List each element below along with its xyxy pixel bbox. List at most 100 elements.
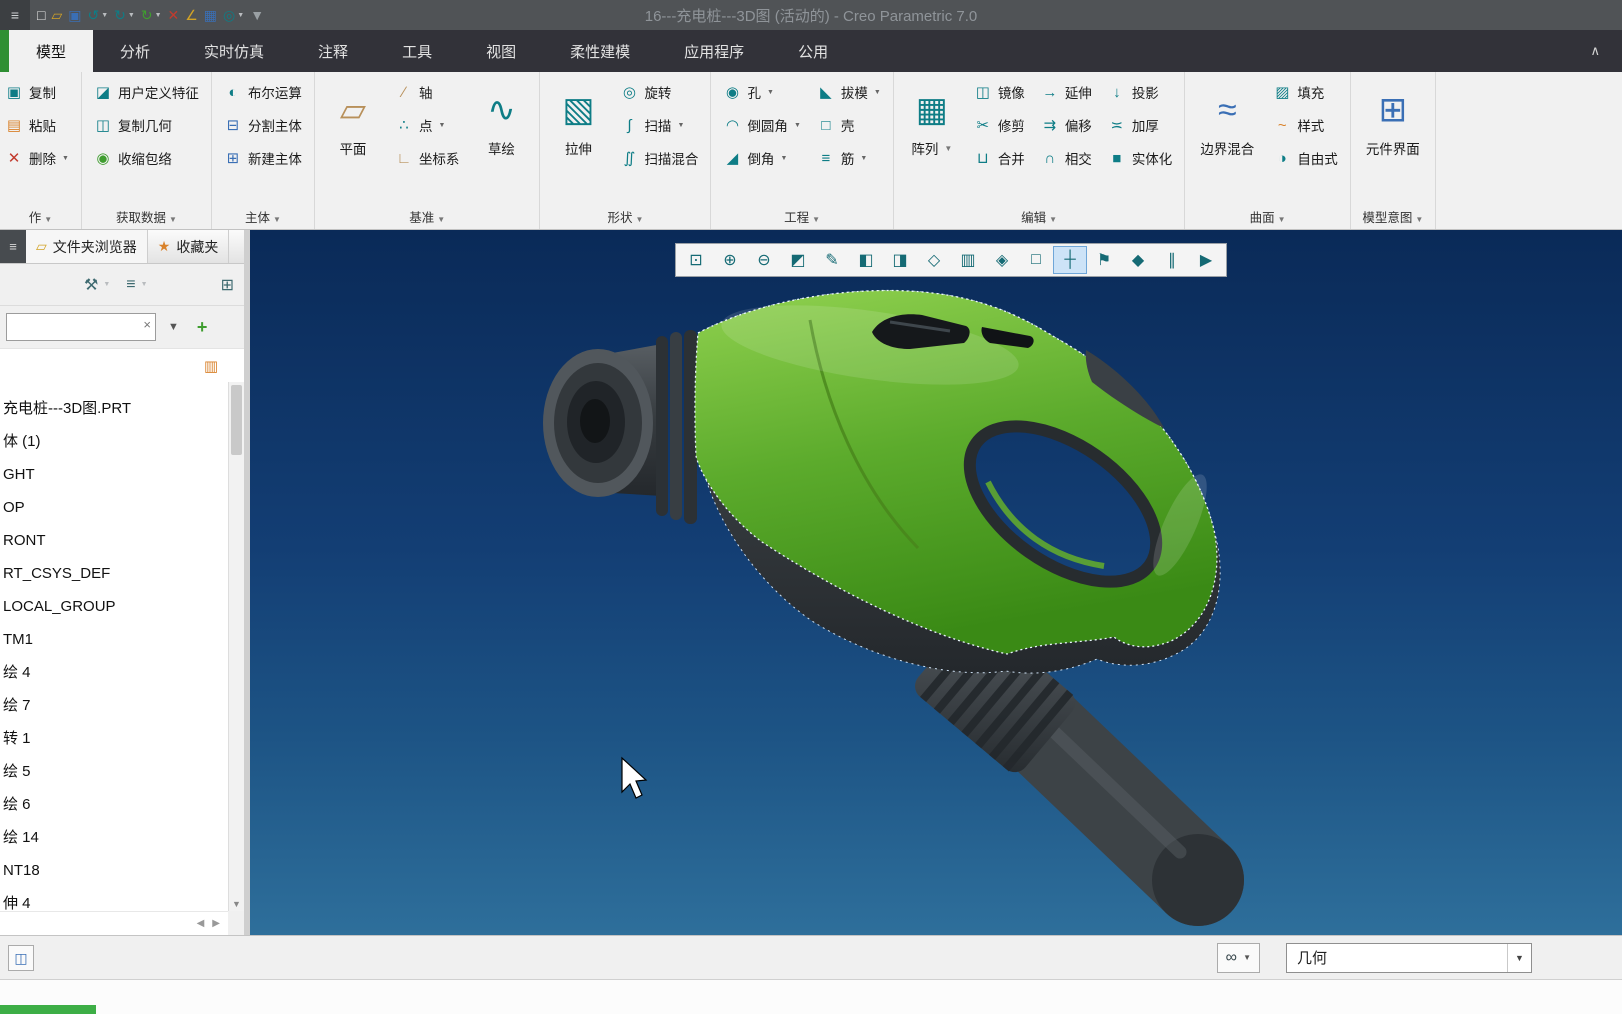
tab-applications[interactable]: 应用程序 xyxy=(657,30,771,72)
tree-item[interactable]: 绘 5 xyxy=(0,755,228,788)
undo-icon[interactable]: ↺ ▼ xyxy=(84,3,111,27)
folder-browser-tab[interactable]: ▱ 文件夹浏览器 xyxy=(26,230,148,263)
group-label-engineering[interactable]: 工程 ▼ xyxy=(711,207,892,226)
tree-item[interactable]: 转 1 xyxy=(0,722,228,755)
tree-item[interactable]: RONT xyxy=(0,524,228,557)
trim-button[interactable]: ✂ 修剪 xyxy=(971,111,1028,139)
thicken-button[interactable]: ≍ 加厚 xyxy=(1105,111,1176,139)
zoom-in-icon[interactable]: ⊕ xyxy=(713,246,747,274)
tree-item[interactable]: NT18 xyxy=(0,854,228,887)
shell-button[interactable]: □ 壳 xyxy=(814,111,884,139)
tree-item[interactable]: 绘 4 xyxy=(0,656,228,689)
model-nozzle[interactable] xyxy=(543,330,697,524)
paste-button[interactable]: ▤ 粘贴 xyxy=(2,111,72,139)
axis-button[interactable]: ∕ 轴 xyxy=(392,78,463,106)
refit-icon[interactable]: ◩ xyxy=(781,246,815,274)
scroll-down-icon[interactable]: ▼ xyxy=(229,899,244,909)
tree-filter-icon[interactable]: ▥ xyxy=(204,357,218,375)
tree-item[interactable]: 充电桩---3D图.PRT xyxy=(0,392,228,425)
pause-icon[interactable]: ∥ xyxy=(1155,246,1189,274)
shrinkwrap-button[interactable]: ◉ 收缩包络 xyxy=(91,144,202,172)
csys-button[interactable]: ∟ 坐标系 xyxy=(392,144,463,172)
tree-settings-button[interactable]: ⚒ ▼ xyxy=(84,275,110,295)
offset-button[interactable]: ⇉ 偏移 xyxy=(1038,111,1095,139)
tree-search-input[interactable] xyxy=(7,314,155,340)
app-menu-icon[interactable]: ≡ xyxy=(0,0,30,30)
group-label-model-intent[interactable]: 模型意图 ▼ xyxy=(1351,207,1435,226)
group-label-shapes[interactable]: 形状 ▼ xyxy=(540,207,710,226)
tree-scroll-left-icon[interactable]: ◀ xyxy=(197,918,205,929)
hole-button[interactable]: ◉ 孔 ▼ xyxy=(720,78,803,106)
add-favorite-button[interactable]: + xyxy=(191,312,214,343)
group-label-surfaces[interactable]: 曲面 ▼ xyxy=(1185,207,1350,226)
datum-display-icon[interactable]: ┼ xyxy=(1053,246,1087,274)
tree-layout-button[interactable]: ⊞ xyxy=(221,275,234,295)
collector-icon[interactable]: ▶ xyxy=(1189,246,1223,274)
scrollbar-thumb[interactable] xyxy=(231,385,242,455)
tab-analysis[interactable]: 分析 xyxy=(93,30,177,72)
tree-toggle-button[interactable]: ◫ xyxy=(8,944,34,971)
spin-center-icon[interactable]: ◆ xyxy=(1121,246,1155,274)
search-model-button[interactable]: ∞ ▼ xyxy=(1216,942,1260,973)
shade-icon[interactable]: ◨ xyxy=(883,246,917,274)
zoom-box-icon[interactable]: ⊡ xyxy=(679,246,713,274)
tree-item[interactable]: RT_CSYS_DEF xyxy=(0,557,228,590)
rib-button[interactable]: ≡ 筋 ▼ xyxy=(814,144,884,172)
capture-image-icon[interactable]: ▦ xyxy=(201,3,220,27)
swept-blend-button[interactable]: ∬ 扫描混合 xyxy=(617,144,701,172)
component-interface-button[interactable]: ⊞ 元件界面 xyxy=(1360,78,1426,158)
measure-icon[interactable]: ∠ xyxy=(182,3,201,27)
regenerate-icon[interactable]: ↻ ▼ xyxy=(138,3,165,27)
group-label-datum[interactable]: 基准 ▼ xyxy=(315,207,540,226)
tree-item[interactable]: TM1 xyxy=(0,623,228,656)
minimize-ribbon-icon[interactable]: ∧ xyxy=(1582,39,1608,63)
saved-orientations-icon[interactable]: ▥ xyxy=(951,246,985,274)
annotation-display-icon[interactable]: ⚑ xyxy=(1087,246,1121,274)
tab-model[interactable]: 模型 xyxy=(9,30,94,72)
zoom-out-icon[interactable]: ⊖ xyxy=(747,246,781,274)
draft-button[interactable]: ◣ 拔模 ▼ xyxy=(814,78,884,106)
boundary-blend-button[interactable]: ≈ 边界混合 xyxy=(1194,78,1260,158)
tree-item[interactable]: LOCAL_GROUP xyxy=(0,590,228,623)
pattern-button[interactable]: ▦ 阵列 ▼ xyxy=(903,78,961,158)
split-body-button[interactable]: ⊟ 分割主体 xyxy=(221,111,305,139)
tab-flexible-modeling[interactable]: 柔性建模 xyxy=(543,30,657,72)
copy-geometry-button[interactable]: ◫ 复制几何 xyxy=(91,111,202,139)
tree-scroll-right-icon[interactable]: ▶ xyxy=(212,918,220,929)
display-style-icon[interactable]: □ xyxy=(1019,246,1053,274)
extend-button[interactable]: → 延伸 xyxy=(1038,78,1095,106)
favorites-tab[interactable]: ★ 收藏夹 xyxy=(148,230,230,263)
selection-filter-combo[interactable]: 几何 ▼ xyxy=(1286,942,1532,973)
model-tree-tab[interactable]: ≡ xyxy=(0,230,26,263)
plane-button[interactable]: ▱ 平面 xyxy=(324,78,382,158)
redo-icon[interactable]: ↻ ▼ xyxy=(111,3,138,27)
search-dropdown-button[interactable]: ▼ xyxy=(162,316,185,338)
view-manager-icon[interactable]: ◈ xyxy=(985,246,1019,274)
file-menu-stub[interactable] xyxy=(0,30,9,72)
close-window-icon[interactable]: ✕ xyxy=(165,3,183,27)
extrude-button[interactable]: ▧ 拉伸 xyxy=(549,78,607,158)
style-button[interactable]: ~ 样式 xyxy=(1270,111,1341,139)
save-icon[interactable]: ▣ xyxy=(65,3,84,27)
sketch-button[interactable]: ∿ 草绘 xyxy=(472,78,530,158)
group-label-operations[interactable]: 作 ▼ xyxy=(0,207,81,226)
tree-display-button[interactable]: ≡ ▼ xyxy=(126,276,147,294)
delete-button[interactable]: ✕ 删除 ▼ xyxy=(2,144,72,172)
project-button[interactable]: ↓ 投影 xyxy=(1105,78,1176,106)
udf-button[interactable]: ◪ 用户定义特征 xyxy=(91,78,202,106)
tree-item[interactable]: 绘 14 xyxy=(0,821,228,854)
graphics-area[interactable]: ⊡ ⊕ ⊖ ◩ ✎ ◧ ◨ ◇ ▥ ◈ □ ┼ ⚑ ◆ ∥ ▶ xyxy=(250,230,1622,935)
annotate-icon[interactable]: ◎ ▼ xyxy=(220,3,247,27)
new-file-icon[interactable]: □ xyxy=(34,3,48,27)
tab-live-simulation[interactable]: 实时仿真 xyxy=(177,30,291,72)
copy-button[interactable]: ▣ 复制 xyxy=(2,78,72,106)
sweep-button[interactable]: ∫ 扫描 ▼ xyxy=(617,111,701,139)
boolean-operations-button[interactable]: ◐ 布尔运算 xyxy=(221,78,305,106)
tree-item[interactable]: 伸 4 xyxy=(0,887,228,911)
solidify-button[interactable]: ■ 实体化 xyxy=(1105,144,1176,172)
transparency-icon[interactable]: ◇ xyxy=(917,246,951,274)
tree-vertical-scrollbar[interactable]: ▼ xyxy=(228,382,244,911)
tree-item[interactable]: 体 (1) xyxy=(0,425,228,458)
customize-toolbar-icon[interactable]: ▼ xyxy=(247,3,267,27)
mirror-button[interactable]: ◫ 镜像 xyxy=(971,78,1028,106)
